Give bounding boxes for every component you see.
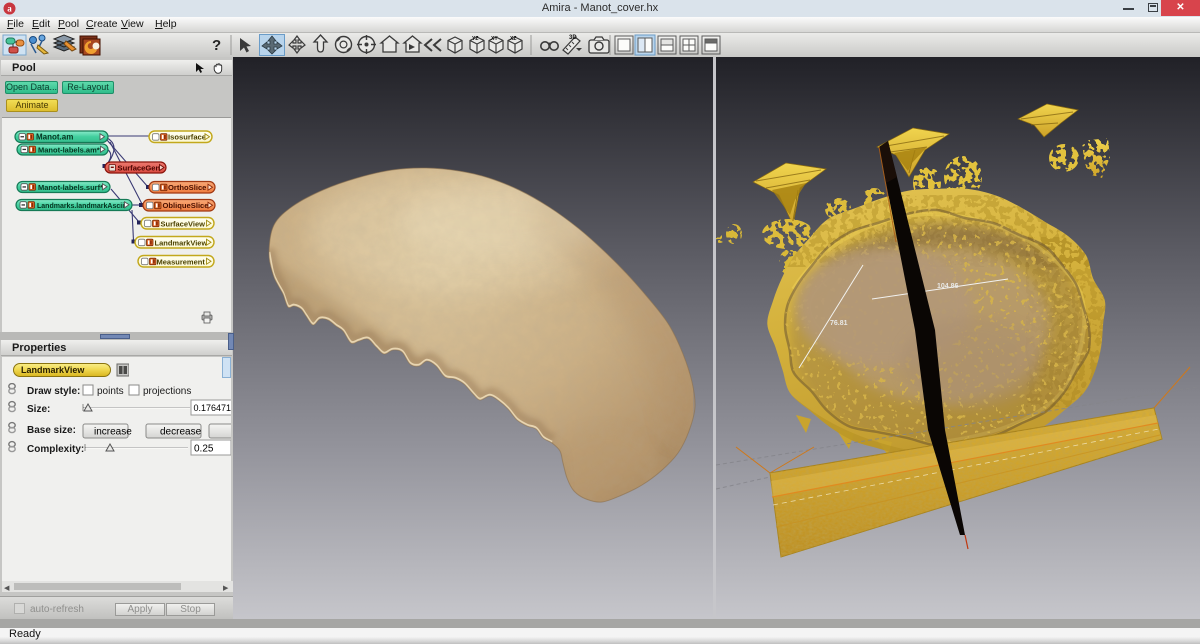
svg-text:Manot-labels.am*: Manot-labels.am* [38, 145, 100, 154]
svg-text:3D: 3D [569, 35, 577, 41]
svg-text:ObliqueSlice: ObliqueSlice [163, 201, 209, 210]
svg-text:points: points [97, 386, 124, 397]
svg-text:SurfaceGen: SurfaceGen [118, 163, 161, 172]
svg-text:Size:: Size: [27, 404, 50, 415]
svg-text:Base size:: Base size: [27, 425, 76, 436]
svg-text:0.176471: 0.176471 [194, 403, 232, 413]
svg-text:Landmarks.landmarkAscii: Landmarks.landmarkAscii [37, 203, 124, 210]
svg-text:decrease: decrease [160, 427, 202, 438]
svg-text:Manot-labels.surf*: Manot-labels.surf* [38, 183, 103, 192]
svg-text:Measurement: Measurement [157, 257, 206, 266]
svg-text:a: a [7, 4, 12, 14]
svg-text:SurfaceView: SurfaceView [161, 219, 206, 228]
svg-text:?: ? [212, 37, 221, 54]
svg-text:LandmarkView: LandmarkView [155, 238, 208, 247]
svg-text:increase: increase [94, 427, 132, 438]
svg-text:0.25: 0.25 [194, 444, 214, 455]
svg-text:XY: XY [491, 36, 498, 42]
svg-text:104.86: 104.86 [937, 283, 959, 290]
svg-text:Draw style:: Draw style: [27, 386, 80, 397]
svg-text:YZ: YZ [472, 36, 478, 42]
svg-text:OrthoSlice: OrthoSlice [168, 183, 206, 192]
svg-text:Complexity:: Complexity: [27, 444, 84, 455]
svg-text:Isosurface: Isosurface [168, 133, 206, 142]
svg-text:projections: projections [143, 386, 191, 397]
svg-text:76.81: 76.81 [830, 320, 848, 327]
svg-text:Manot.am: Manot.am [36, 133, 73, 142]
svg-text:XZ: XZ [510, 36, 516, 42]
svg-text:LandmarkView: LandmarkView [21, 365, 85, 375]
